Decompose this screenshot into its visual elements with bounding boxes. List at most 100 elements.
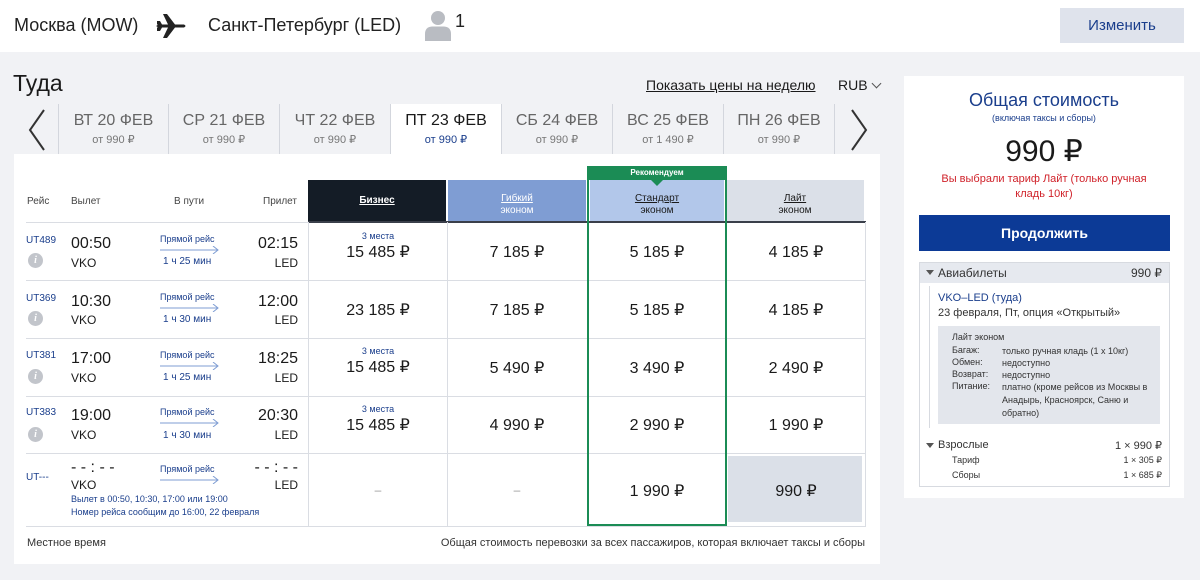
prev-dates-arrow-icon[interactable]	[26, 108, 48, 152]
passenger-icon[interactable]	[424, 9, 452, 41]
flight-number-note: Номер рейса сообщим до 16:00, 22 февраля	[71, 507, 260, 517]
flight-number[interactable]: UT489	[26, 235, 56, 246]
flight-number[interactable]: UT383	[26, 407, 56, 418]
adults-toggle[interactable]: Взрослые	[938, 439, 989, 451]
price-flex[interactable]: 5 490 ₽	[448, 358, 586, 378]
info-icon[interactable]: i	[28, 369, 43, 384]
fees-value: 1 × 685 ₽	[1123, 470, 1162, 480]
fare-header-business[interactable]: Бизнес	[308, 180, 446, 222]
direction-title: Туда	[13, 70, 63, 96]
fare-condition-key: Обмен:	[952, 357, 983, 367]
price-standard[interactable]: 3 490 ₽	[589, 358, 725, 378]
seats-left: 3 места	[361, 231, 395, 241]
route-to: Санкт-Петербург (LED)	[208, 15, 402, 35]
fare-class: эконом	[500, 205, 534, 216]
flight-number[interactable]: UT369	[26, 293, 56, 304]
direct-flight-link[interactable]: Прямой рейс	[160, 407, 218, 417]
date-tab[interactable]: ЧТ 22 ФЕВ от 990 ₽	[280, 104, 391, 154]
date-tab-price: от 990 ₽	[535, 134, 579, 146]
departure-airport: VKO	[71, 428, 97, 442]
segment-route[interactable]: VKO–LED (туда)	[938, 292, 1022, 304]
arrival-time: - - : - -	[254, 459, 298, 476]
continue-button[interactable]: Продолжить	[919, 215, 1170, 251]
info-icon[interactable]: i	[28, 253, 43, 268]
price-unavailable: –	[513, 483, 521, 497]
price-business[interactable]: 15 485 ₽	[310, 242, 446, 262]
fare-class: эконом	[778, 205, 812, 216]
currency-value: RUB	[838, 77, 868, 93]
column-duration: В пути	[174, 196, 205, 207]
passenger-count: 1	[455, 11, 466, 31]
date-tab[interactable]: ВС 25 ФЕВ от 1 490 ₽	[613, 104, 724, 154]
flight-number[interactable]: UT---	[26, 472, 49, 483]
price-standard[interactable]: 5 185 ₽	[589, 242, 725, 262]
price-light[interactable]: 4 185 ₽	[727, 242, 865, 262]
date-tab-label: ВТ 20 ФЕВ	[73, 112, 154, 129]
route-arrow-icon	[160, 476, 219, 484]
tariff-label: Тариф	[952, 455, 980, 465]
fees-label: Сборы	[952, 470, 981, 480]
date-tab-label: ПТ 23 ФЕВ	[405, 112, 487, 129]
info-icon[interactable]: i	[28, 311, 43, 326]
currency-select[interactable]: RUB	[838, 77, 882, 93]
departure-options-note: Вылет в 00:50, 10:30, 17:00 или 19:00	[71, 494, 228, 504]
arrival-airport: LED	[274, 313, 298, 327]
price-light[interactable]: 4 185 ₽	[727, 300, 865, 320]
recommended-pointer	[651, 180, 663, 186]
fare-header-standard[interactable]: Стандарт эконом	[590, 180, 724, 222]
departure-airport: VKO	[71, 478, 97, 492]
date-tab-price: от 990 ₽	[92, 134, 135, 146]
row-divider	[26, 453, 866, 454]
price-light-selected[interactable]: 990 ₽	[727, 481, 865, 501]
departure-airport: VKO	[71, 313, 97, 327]
price-flex[interactable]: 7 185 ₽	[448, 242, 586, 262]
fare-header-light[interactable]: Лайт эконом	[726, 180, 864, 222]
date-tab-selected[interactable]: ПТ 23 ФЕВ от 990 ₽	[391, 104, 502, 154]
fare-name: Гибкий	[501, 193, 533, 204]
row-divider	[26, 280, 866, 281]
arrival-time: 20:30	[257, 407, 298, 424]
route-arrow-icon	[160, 246, 219, 254]
fare-name: Лайт	[783, 193, 807, 204]
change-search-button[interactable]: Изменить	[1060, 8, 1184, 43]
header-divider-left	[26, 222, 308, 223]
price-standard[interactable]: 5 185 ₽	[589, 300, 725, 320]
date-tab-price: от 990 ₽	[757, 134, 801, 146]
direct-flight-link[interactable]: Прямой рейс	[160, 292, 218, 302]
fare-header-flex[interactable]: Гибкий эконом	[448, 180, 586, 222]
departure-time: 00:50	[71, 235, 112, 252]
route-arrow-icon	[160, 362, 219, 370]
price-light[interactable]: 1 990 ₽	[727, 415, 865, 435]
price-light[interactable]: 2 490 ₽	[727, 358, 865, 378]
price-standard[interactable]: 1 990 ₽	[589, 481, 725, 501]
price-standard[interactable]: 2 990 ₽	[589, 415, 725, 435]
date-tab[interactable]: ПН 26 ФЕВ от 990 ₽	[724, 104, 835, 154]
flight-number[interactable]: UT381	[26, 350, 56, 361]
price-business[interactable]: 15 485 ₽	[310, 357, 446, 377]
segment-date: 23 февраля, Пт, опция «Открытый»	[938, 307, 1121, 319]
show-week-prices-link[interactable]: Показать цены на неделю	[646, 77, 816, 93]
column-arrival: Прилет	[263, 196, 297, 207]
date-tab-label: ПН 26 ФЕВ	[737, 112, 821, 129]
date-tab[interactable]: СР 21 ФЕВ от 990 ₽	[169, 104, 280, 154]
fare-condition-key: Питание:	[952, 381, 991, 391]
info-icon[interactable]: i	[28, 427, 43, 442]
price-business[interactable]: 15 485 ₽	[310, 415, 446, 435]
price-flex[interactable]: 7 185 ₽	[448, 300, 586, 320]
date-tab[interactable]: ВТ 20 ФЕВ от 990 ₽	[58, 104, 169, 154]
direct-flight-link[interactable]: Прямой рейс	[160, 350, 218, 360]
date-tab[interactable]: СБ 24 ФЕВ от 990 ₽	[502, 104, 613, 154]
seats-left: 3 места	[361, 404, 395, 414]
arrival-airport: LED	[274, 371, 298, 385]
next-dates-arrow-icon[interactable]	[848, 108, 870, 152]
seats-left: 3 места	[361, 346, 395, 356]
price-flex[interactable]: 4 990 ₽	[448, 415, 586, 435]
direct-flight-link[interactable]: Прямой рейс	[160, 234, 218, 244]
flight-duration: 1 ч 25 мин	[163, 256, 212, 267]
direct-flight-link[interactable]: Прямой рейс	[160, 464, 218, 474]
flight-duration: 1 ч 30 мин	[163, 314, 212, 325]
arrival-time: 02:15	[257, 235, 298, 252]
column-flight: Рейс	[27, 196, 50, 207]
plane-icon	[156, 14, 186, 38]
price-business[interactable]: 23 185 ₽	[310, 300, 446, 320]
